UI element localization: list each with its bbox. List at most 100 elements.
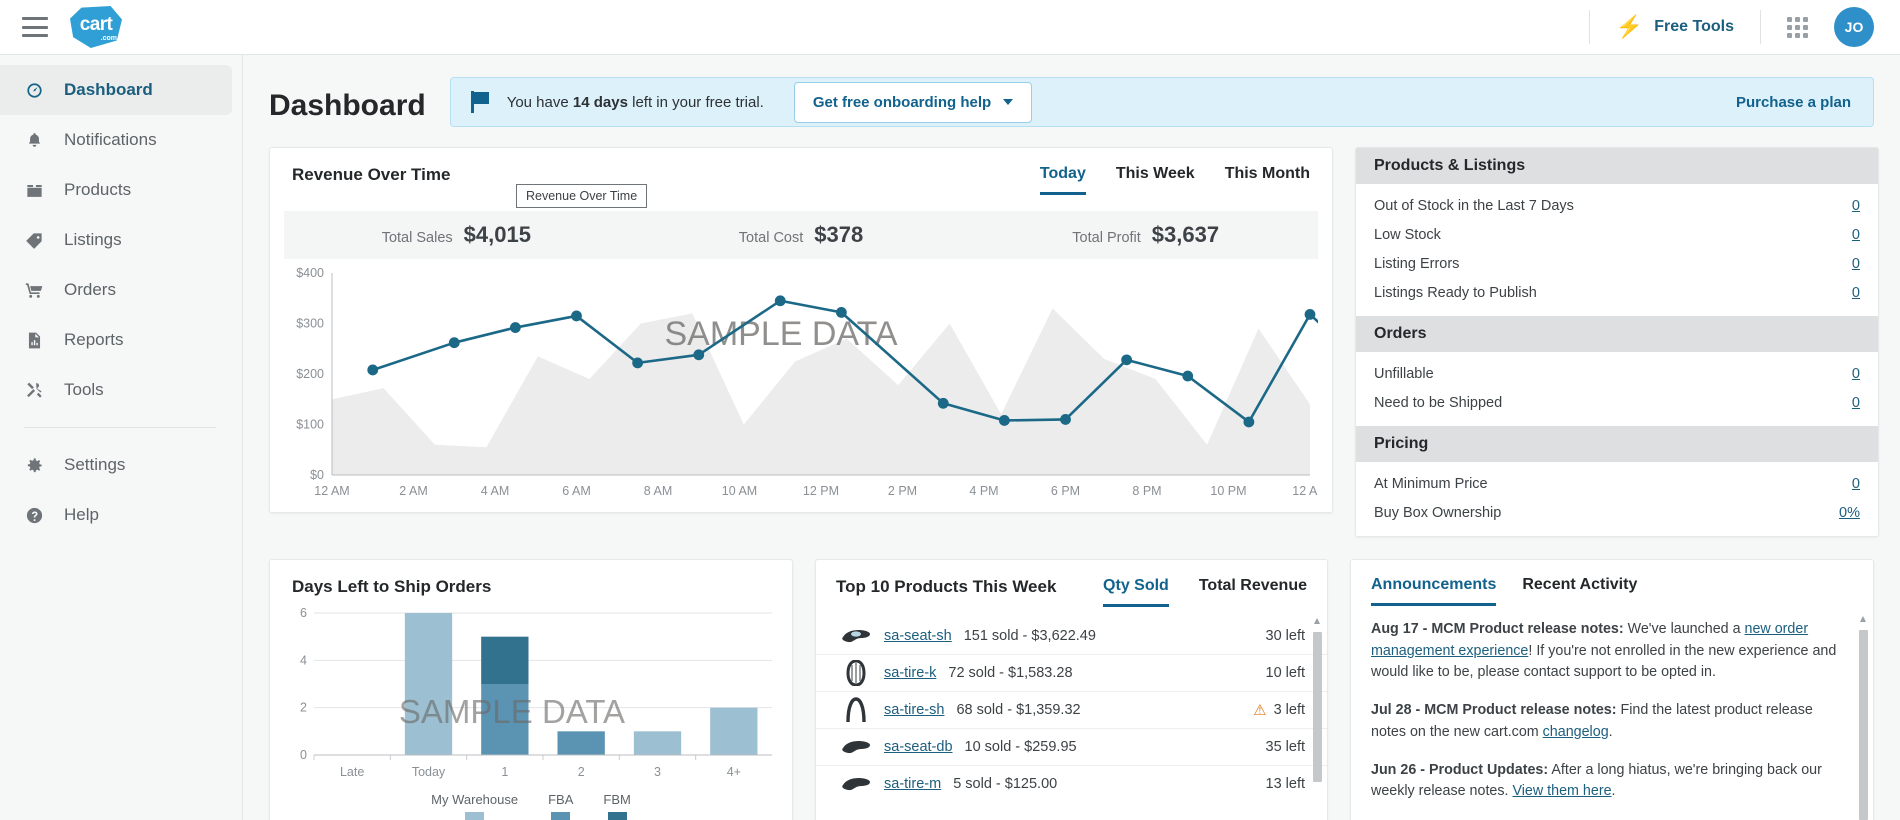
svg-text:4 AM: 4 AM [481,484,510,498]
sidebar-item-listings[interactable]: Listings [0,215,242,265]
sidebar-item-settings[interactable]: Settings [0,440,242,490]
scroll-up-arrow-icon[interactable] [1314,618,1320,624]
legend-swatch [551,812,571,820]
scrollbar-thumb[interactable] [1859,630,1868,820]
tab-this-month[interactable]: This Month [1225,165,1310,195]
stock-label: 10 left [1265,665,1306,681]
product-stock: ⚠ 3 left [1253,702,1305,718]
chevron-down-icon [1003,99,1014,105]
sidebar-item-products[interactable]: Products [0,165,242,215]
list-item[interactable]: sa-seat-sh 151 sold - $3,622.49 30 left [816,617,1327,654]
sidebar-item-help[interactable]: Help [0,490,242,540]
svg-text:10 AM: 10 AM [722,484,757,498]
sidebar-item-dashboard[interactable]: Dashboard [0,65,232,115]
page-title: Dashboard [269,89,426,122]
list-item[interactable]: sa-tire-k 72 sold - $1,583.28 10 left [816,654,1327,691]
svg-text:2: 2 [578,765,585,779]
summary-label: Need to be Shipped [1374,394,1503,411]
announcements-body: Aug 17 - MCM Product release notes: We'v… [1351,606,1873,803]
svg-text:4+: 4+ [727,765,741,779]
announcement-date: Jul 28 - MCM Product release notes: [1371,702,1617,719]
sidebar-item-notifications[interactable]: Notifications [0,115,242,165]
tab-total-revenue[interactable]: Total Revenue [1199,577,1307,607]
scrollbar-thumb[interactable] [1313,632,1322,782]
bell-icon [24,130,45,151]
tab-qty-sold[interactable]: Qty Sold [1103,577,1169,607]
announcement-link[interactable]: changelog [1543,724,1609,740]
ship-orders-bar-chart-svg: 0 2 4 6 Late Today 1 2 3 4+ SAMPLE DATA [300,606,772,779]
tab-today[interactable]: Today [1039,165,1086,195]
revenue-stats-bar: Total Sales $4,015 Total Cost $378 Total… [284,211,1318,259]
top10-scrollbar[interactable] [1313,618,1322,820]
tab-recent-activity[interactable]: Recent Activity [1522,576,1637,606]
svg-text:Late: Late [340,765,364,779]
scroll-up-arrow-icon[interactable] [1860,616,1866,622]
summary-value[interactable]: 0% [1839,505,1860,521]
revenue-chart: SAMPLE DATA $0 $100 $200 $300 $400 12 AM 2 AM 4 … [270,259,1601,508]
section-products-and-listings: Products & Listings Out of Stock in the … [1356,148,1878,316]
announcement-link[interactable]: View them here [1512,783,1611,799]
product-sales: 10 sold - $259.95 [964,739,1077,755]
get-onboarding-help-button[interactable]: Get free onboarding help [793,81,1033,123]
announcement-date: Jun 26 - Product Updates: [1371,761,1549,778]
list-item[interactable]: sa-tire-m 5 sold - $125.00 13 left [816,765,1327,802]
hamburger-menu-icon[interactable] [22,17,48,37]
summary-value[interactable]: 0 [1852,366,1860,382]
free-tools-button[interactable]: ⚡ Free Tools [1590,0,1760,54]
summary-label: At Minimum Price [1374,475,1488,492]
svg-text:Today: Today [412,765,446,779]
product-sku-link[interactable]: sa-seat-sh [884,628,952,644]
summary-label: Listings Ready to Publish [1374,284,1537,301]
announcements-scrollbar[interactable] [1859,616,1868,820]
announcements-card: Announcements Recent Activity Aug 17 - M… [1350,559,1874,820]
revenue-line-chart-svg: SAMPLE DATA $0 $100 $200 $300 $400 12 AM 2 AM 4 … [296,266,1601,498]
svg-text:10 PM: 10 PM [1210,484,1246,498]
summary-value[interactable]: 0 [1852,256,1860,272]
tab-this-week[interactable]: This Week [1116,165,1195,195]
product-sales: 5 sold - $125.00 [953,776,1058,792]
section-rows: At Minimum Price 0 Buy Box Ownership 0% [1356,462,1878,536]
sidebar-item-reports[interactable]: Reports [0,315,242,365]
summary-value[interactable]: 0 [1852,476,1860,492]
svg-text:$0: $0 [310,468,324,482]
purchase-a-plan-link[interactable]: Purchase a plan [1736,94,1851,111]
tab-announcements[interactable]: Announcements [1371,576,1497,606]
avatar[interactable]: JO [1834,7,1874,47]
summary-value[interactable]: 0 [1852,395,1860,411]
revenue-range-tabs: Today This Week This Month [1039,165,1310,195]
list-item[interactable]: sa-tire-sh 68 sold - $1,359.32 ⚠ 3 left [816,691,1327,728]
ship-card-title: Days Left to Ship Orders [292,577,492,596]
product-sku-link[interactable]: sa-seat-db [884,739,953,755]
summary-row: Need to be Shipped 0 [1356,388,1878,417]
svg-text:1: 1 [501,765,508,779]
app-grid-icon[interactable] [1787,16,1808,38]
sidebar-item-orders[interactable]: Orders [0,265,242,315]
revenue-card-title: Revenue Over Time [292,165,451,184]
free-tools-label: Free Tools [1654,18,1734,35]
product-sku-link[interactable]: sa-tire-k [884,665,936,681]
stock-label: 35 left [1265,739,1306,755]
summary-row: Low Stock 0 [1356,220,1878,249]
list-item[interactable]: sa-seat-db 10 sold - $259.95 35 left [816,728,1327,765]
svg-text:4 PM: 4 PM [969,484,998,498]
product-stock: 13 left [1266,776,1306,792]
trial-days: 14 days [572,93,628,111]
legend-item-my-warehouse: My Warehouse [431,792,518,820]
tag-icon [24,230,45,251]
speedometer-icon [24,80,45,101]
product-sales: 72 sold - $1,583.28 [948,665,1073,681]
trial-text-after: left in your free trial. [627,93,764,111]
summary-value[interactable]: 0 [1852,198,1860,214]
summary-value[interactable]: 0 [1852,285,1860,301]
revenue-card-header: Revenue Over Time Today This Week This M… [270,148,1332,195]
sidebar-item-tools[interactable]: Tools [0,365,242,415]
summary-label: Out of Stock in the Last 7 Days [1374,197,1574,214]
main-content: Dashboard You have 14 days left in your … [243,55,1900,820]
product-sku-link[interactable]: sa-tire-m [884,776,941,792]
product-sku-link[interactable]: sa-tire-sh [884,702,944,718]
announcement-item: Jun 26 - Product Updates: After a long h… [1371,760,1845,803]
trial-banner: You have 14 days left in your free trial… [449,77,1874,127]
summary-value[interactable]: 0 [1852,227,1860,243]
svg-text:$400: $400 [296,266,324,280]
cart-logo[interactable]: cart .com [70,6,122,48]
